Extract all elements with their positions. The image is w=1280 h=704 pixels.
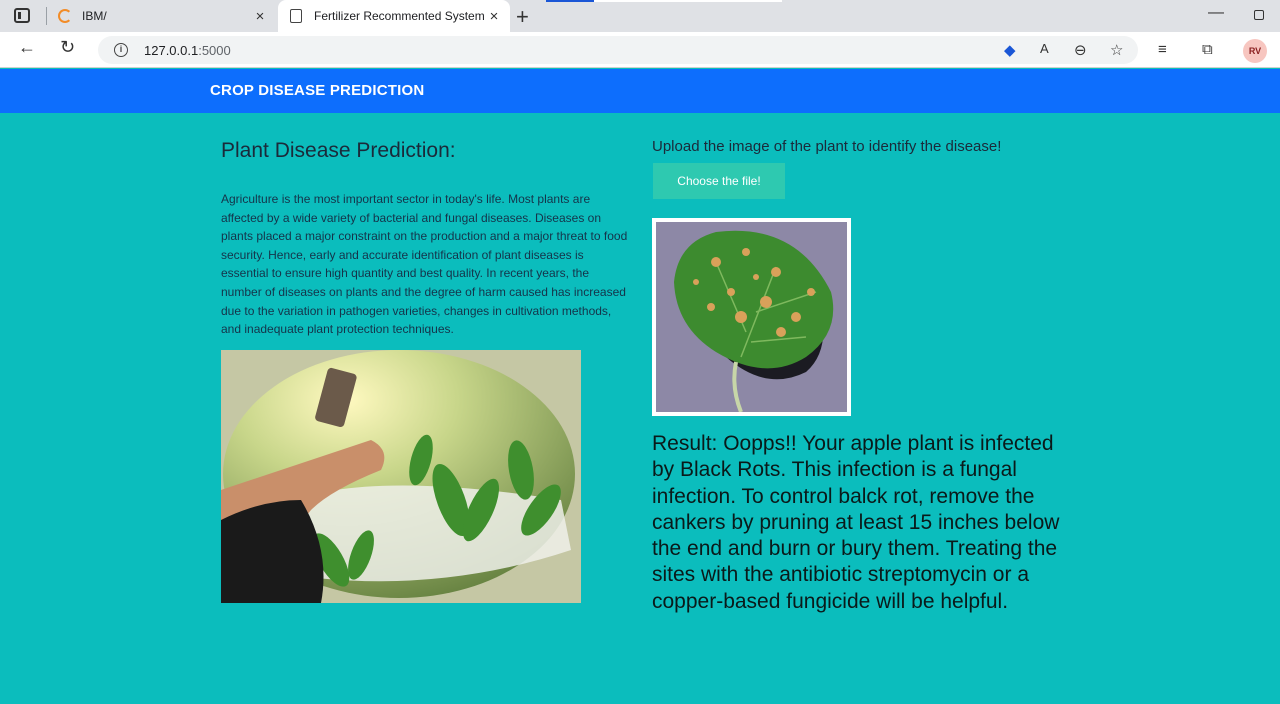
favorites-icon[interactable]: ≡ (1158, 41, 1167, 58)
tab-strip-highlight (546, 0, 594, 2)
upload-label: Upload the image of the plant to identif… (652, 138, 1002, 155)
restore-icon[interactable] (1254, 10, 1264, 20)
collections-icon[interactable]: ⧉ (1202, 41, 1213, 58)
info-icon[interactable]: i (114, 43, 128, 57)
tag-icon[interactable]: ◆ (1004, 41, 1016, 59)
choose-file-button[interactable]: Choose the file! (653, 163, 785, 199)
close-tab-icon[interactable]: × (250, 8, 270, 25)
navbar-brand[interactable]: CROP DISEASE PREDICTION (210, 82, 424, 99)
browser-tab-bar: IBM/ × Fertilizer Recommented System a ×… (0, 0, 1280, 32)
tab-ibm[interactable]: IBM/ × (50, 0, 276, 32)
window-icon[interactable] (14, 8, 30, 23)
tab-fertilizer[interactable]: Fertilizer Recommented System a × (278, 0, 510, 32)
description-text: Agriculture is the most important sector… (221, 192, 628, 337)
address-toolbar: ← ↻ i 127.0.0.1:5000 ◆ A ⊖ ☆ ≡ ⧉ (0, 32, 1280, 68)
url-port: :5000 (198, 42, 231, 58)
new-tab-button[interactable]: + (516, 4, 529, 30)
zoom-out-icon[interactable]: ⊖ (1074, 41, 1087, 59)
prediction-result: Result: Oopps!! Your apple plant is infe… (652, 432, 1060, 613)
profile-avatar[interactable]: RV (1243, 39, 1267, 63)
tab-title: Fertilizer Recommented System a (314, 9, 484, 23)
document-icon (290, 9, 302, 23)
section-title: Plant Disease Prediction: (221, 139, 456, 162)
page-navbar: CROP DISEASE PREDICTION (0, 69, 1280, 113)
uploaded-leaf-image (652, 218, 851, 416)
back-arrow-icon[interactable]: ← (18, 37, 36, 58)
read-aloud-icon[interactable]: A (1040, 41, 1049, 56)
close-tab-icon[interactable]: × (484, 8, 504, 25)
farm-photo (221, 350, 581, 603)
url-bar[interactable]: i 127.0.0.1:5000 (98, 36, 1138, 64)
url-host: 127.0.0.1 (144, 42, 199, 58)
reload-icon[interactable]: ↻ (60, 37, 75, 58)
minimize-icon[interactable]: — (1208, 4, 1224, 22)
ibm-favicon-icon (58, 9, 72, 23)
favorite-add-icon[interactable]: ☆ (1110, 41, 1123, 59)
tab-separator (46, 7, 47, 25)
tab-title: IBM/ (82, 9, 107, 23)
tab-strip-highlight-light (594, 0, 782, 2)
